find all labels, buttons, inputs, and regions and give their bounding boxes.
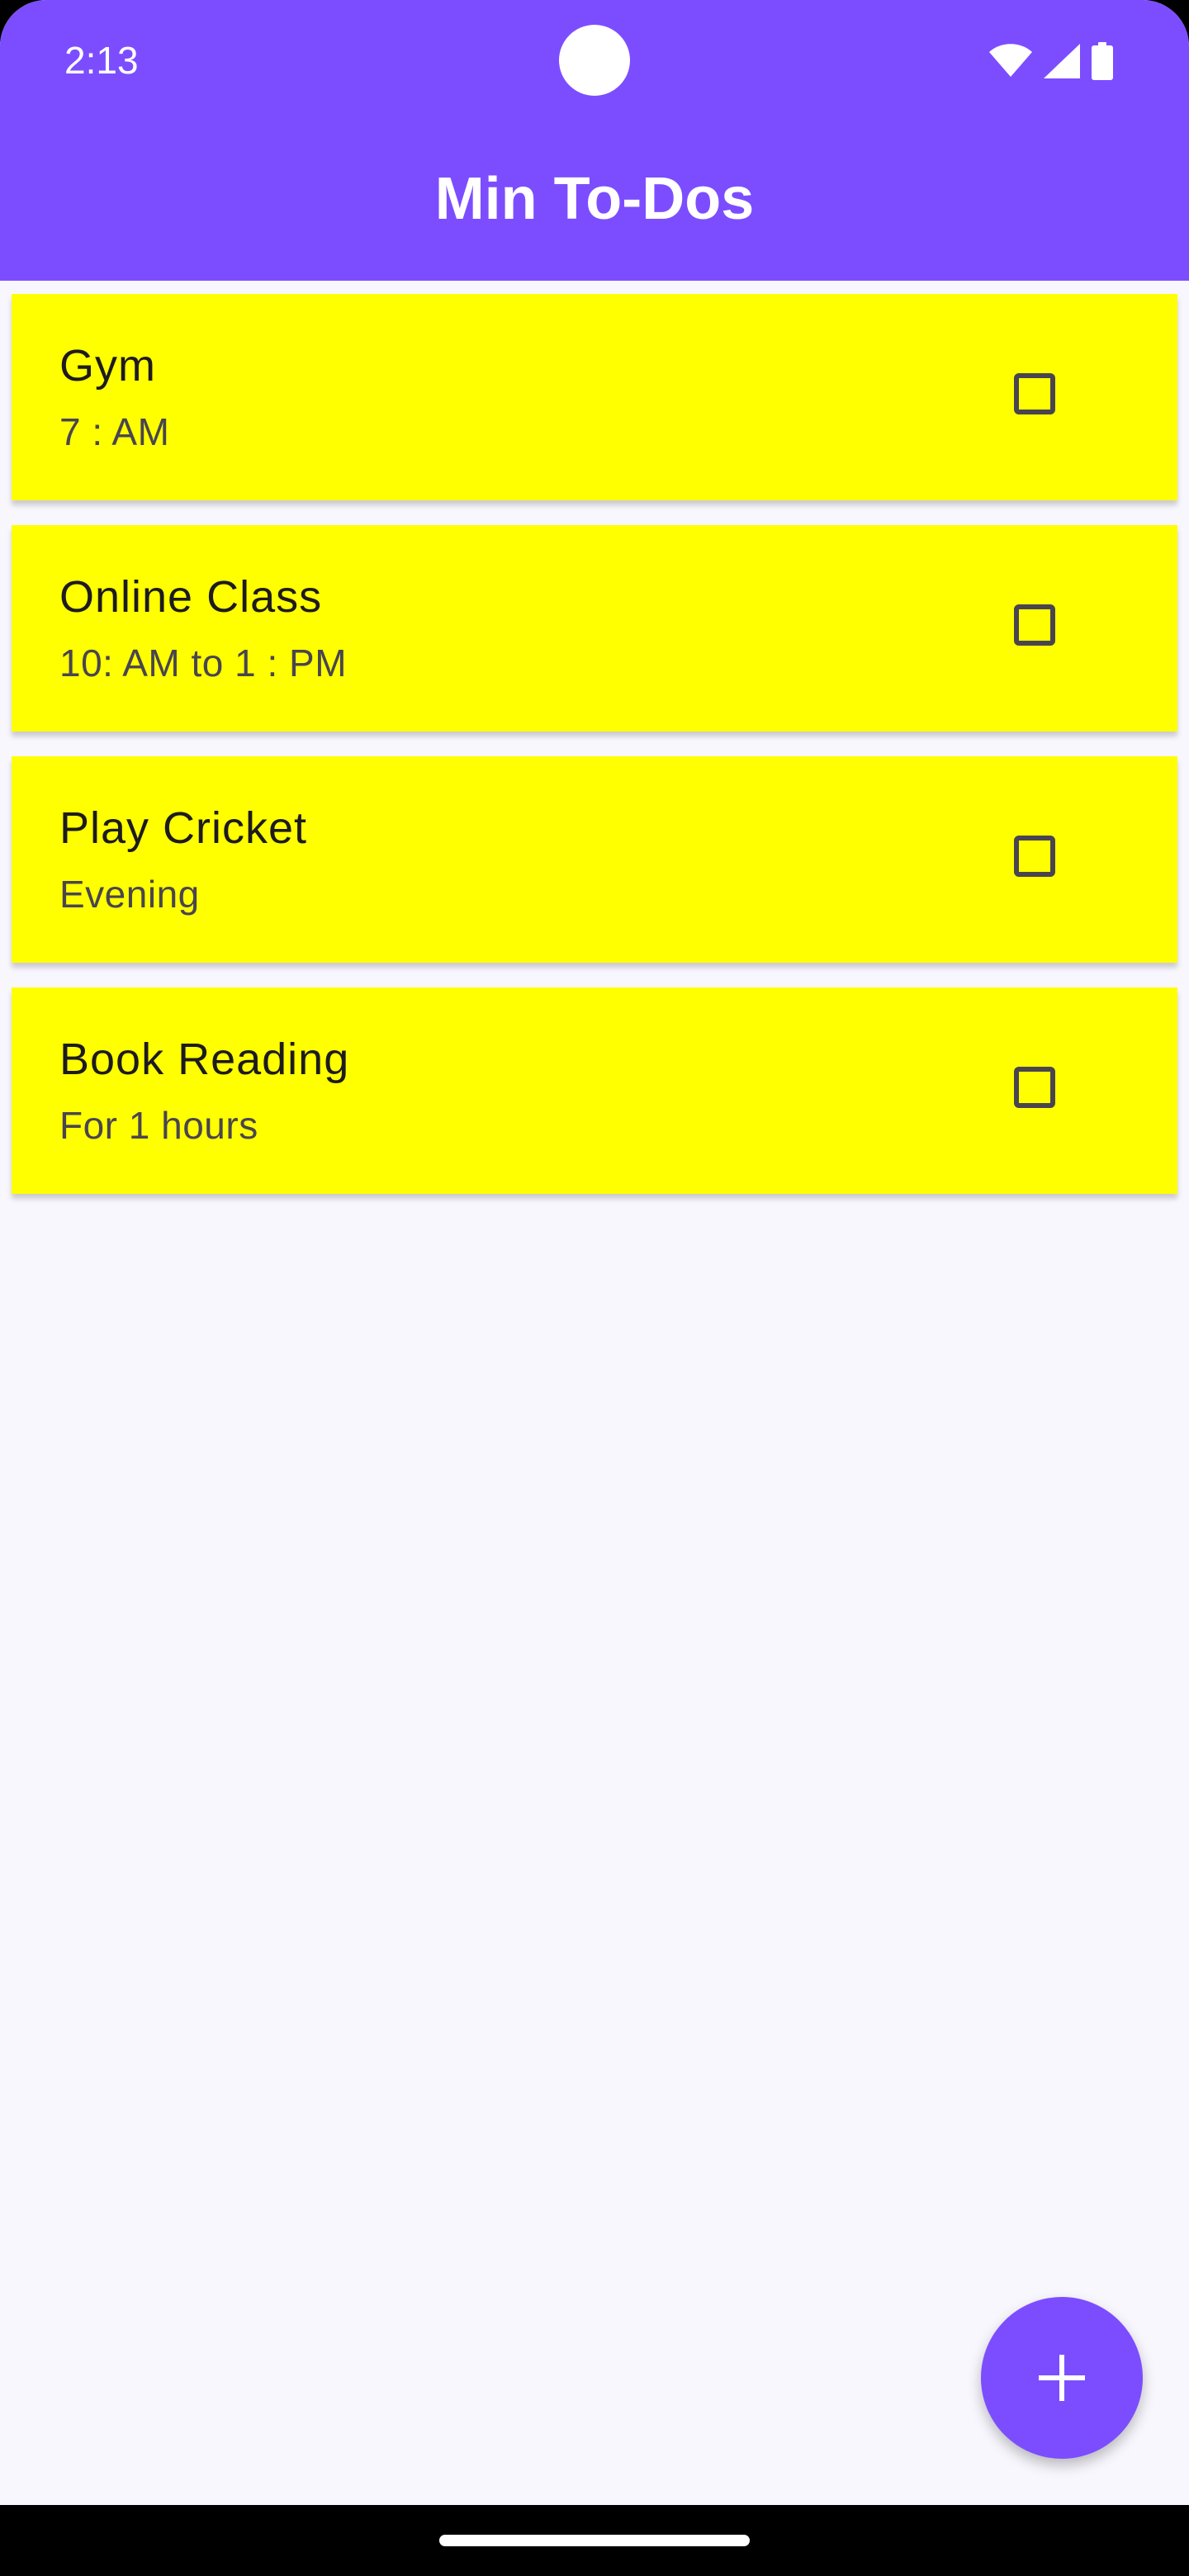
plus-icon xyxy=(1039,2355,1085,2401)
navigation-bar xyxy=(0,2505,1189,2576)
todo-checkbox[interactable] xyxy=(1014,836,1055,877)
todo-card[interactable]: Gym 7 : AM xyxy=(12,294,1177,500)
todo-title: Play Cricket xyxy=(59,803,308,853)
camera-cutout xyxy=(559,25,630,96)
todo-list: Gym 7 : AM Online Class 10: AM to 1 : PM… xyxy=(12,294,1177,1219)
page-title: Min To-Dos xyxy=(434,166,755,232)
todo-subtitle: Evening xyxy=(59,873,200,916)
battery-icon xyxy=(1092,42,1113,80)
wifi-icon xyxy=(989,44,1032,78)
phone-screen: 2:13 Min To-Dos Gym 7: AM Online Class … xyxy=(0,0,1189,2576)
todo-subtitle: 7 : AM xyxy=(59,410,170,453)
todo-title: Book Reading xyxy=(59,1035,350,1084)
todo-title: Online Class xyxy=(59,572,323,622)
status-time: 2:13 xyxy=(64,39,139,82)
todo-subtitle: 10: AM to 1 : PM xyxy=(59,642,348,684)
app-bar: 2:13 Min To-Dos xyxy=(0,0,1189,281)
todo-card[interactable]: Book Reading For 1 hours xyxy=(12,987,1177,1194)
todo-title: Gym xyxy=(59,341,156,391)
todo-checkbox[interactable] xyxy=(1014,1067,1055,1108)
todo-card[interactable]: Play Cricket Evening xyxy=(12,756,1177,963)
todo-checkbox[interactable] xyxy=(1014,604,1055,646)
todo-card[interactable]: Online Class 10: AM to 1 : PM xyxy=(12,525,1177,732)
todo-checkbox[interactable] xyxy=(1014,373,1055,414)
status-icons xyxy=(989,41,1113,81)
todo-subtitle: For 1 hours xyxy=(59,1104,258,1147)
add-todo-button[interactable] xyxy=(981,2297,1143,2459)
home-gesture-handle[interactable] xyxy=(439,2535,750,2546)
cellular-signal-icon xyxy=(1044,44,1080,78)
